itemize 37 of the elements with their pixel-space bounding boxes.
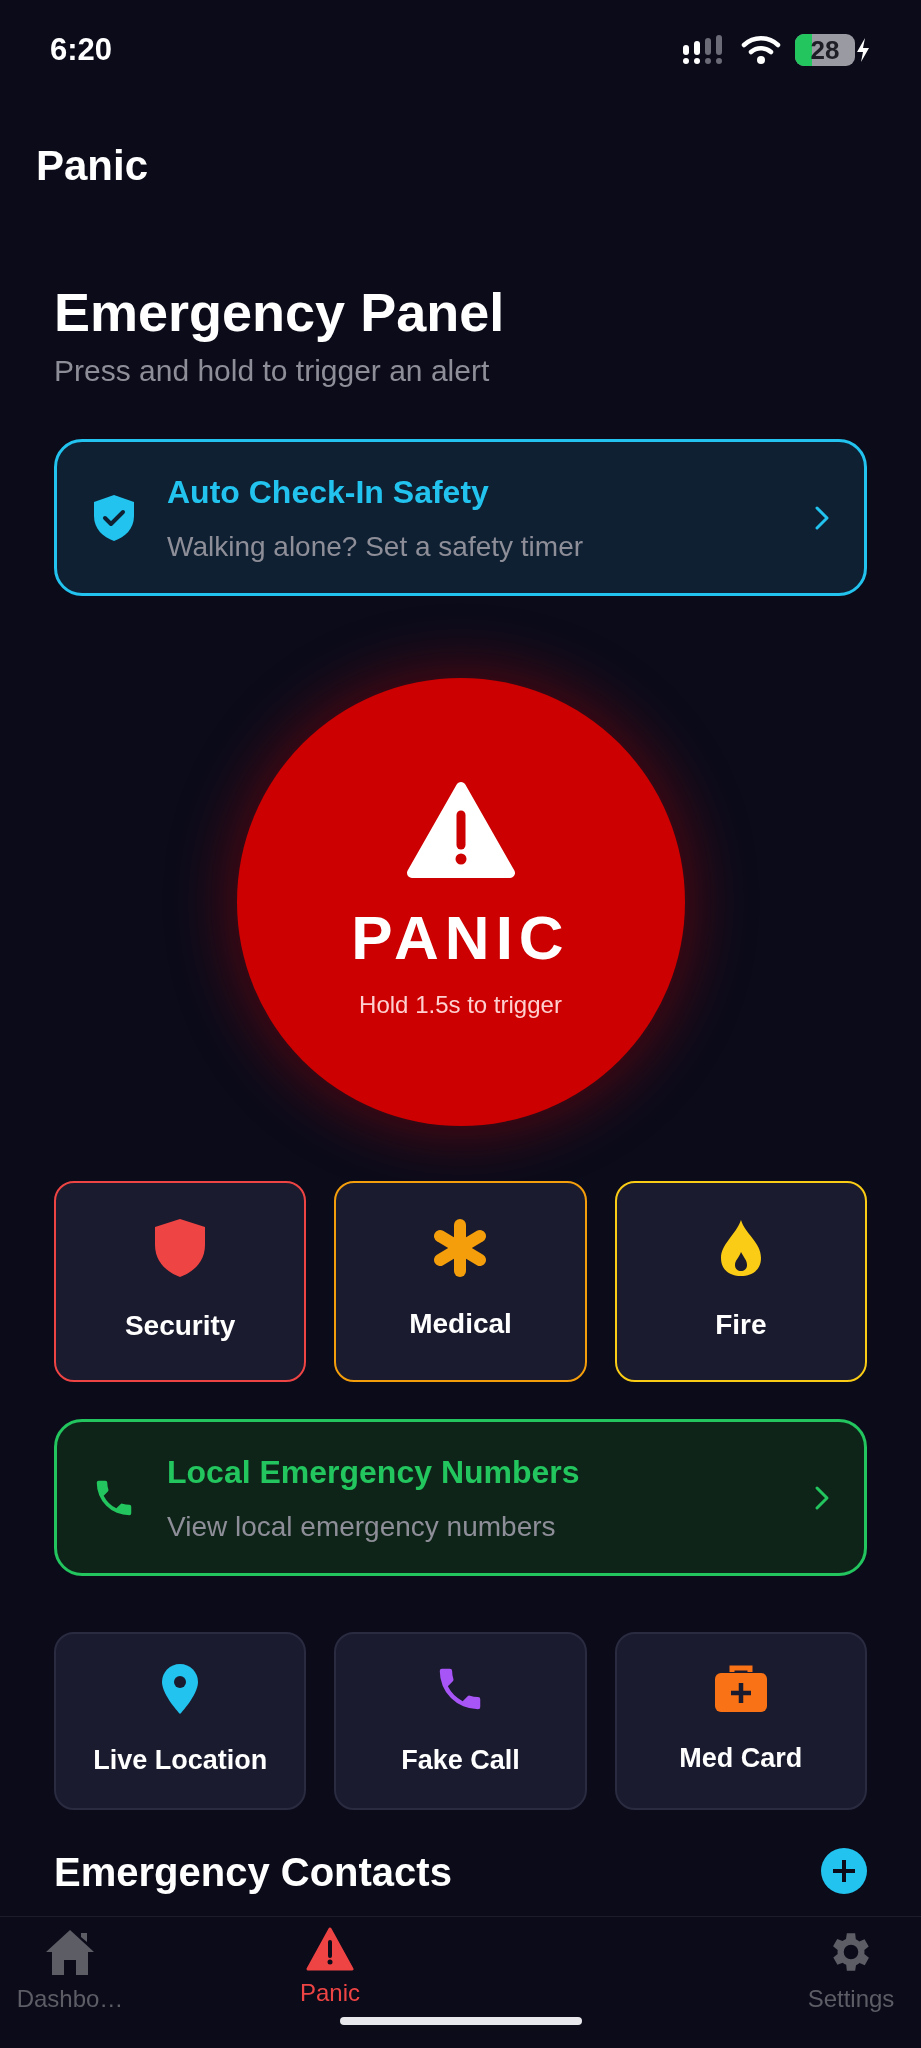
panic-button[interactable]: PANIC Hold 1.5s to trigger <box>236 678 685 1126</box>
local-numbers-subtitle: View local emergency numbers <box>167 1509 557 1544</box>
shield-check-icon <box>91 492 137 543</box>
tab-item[interactable]: Panic <box>270 1927 390 2011</box>
emergency-type-card[interactable]: Fire <box>614 1181 867 1382</box>
panic-hint: Hold 1.5s to trigger <box>359 990 562 1020</box>
location-pin-icon <box>160 1661 201 1716</box>
contacts-heading: Emergency Contacts <box>54 1849 452 1896</box>
emergency-type-label: Security <box>124 1308 236 1343</box>
panel-subtitle: Press and hold to trigger an alert <box>54 353 491 389</box>
tool-label: Live Location <box>93 1743 268 1777</box>
wifi-icon <box>741 35 781 65</box>
local-numbers-card[interactable]: Local Emergency Numbers View local emergency numbers <box>54 1419 867 1576</box>
emergency-type-card[interactable]: Medical <box>334 1181 587 1382</box>
warning-icon <box>306 1927 354 1971</box>
check-in-title: Auto Check-In Safety <box>167 472 490 512</box>
emergency-type-label: Medical <box>409 1306 512 1341</box>
warning-icon <box>405 781 516 881</box>
check-in-card[interactable]: Auto Check-In Safety Walking alone? Set a safety timer <box>54 439 867 596</box>
status-time: 6:20 <box>50 30 113 69</box>
panel-heading: Emergency Panel <box>54 281 506 344</box>
tool-card[interactable]: Med Card <box>614 1632 867 1810</box>
chevron-right-icon <box>814 504 830 531</box>
chevron-right-icon <box>814 1484 830 1511</box>
local-numbers-title: Local Emergency Numbers <box>167 1452 581 1492</box>
add-contact-icon <box>821 1848 867 1894</box>
tool-card[interactable]: Fake Call <box>334 1632 587 1810</box>
emergency-type-label: Fire <box>715 1307 767 1342</box>
tool-label: Med Card <box>679 1741 803 1775</box>
tool-card[interactable]: Live Location <box>54 1632 307 1810</box>
panic-label: PANIC <box>351 903 570 973</box>
asterisk-icon <box>432 1218 489 1277</box>
screen-title: Panic <box>36 140 149 191</box>
emergency-type-card[interactable]: Security <box>54 1181 307 1382</box>
medical-kit-icon <box>712 1663 769 1714</box>
check-in-subtitle: Walking alone? Set a safety timer <box>167 529 585 564</box>
tool-label: Fake Call <box>401 1743 520 1777</box>
